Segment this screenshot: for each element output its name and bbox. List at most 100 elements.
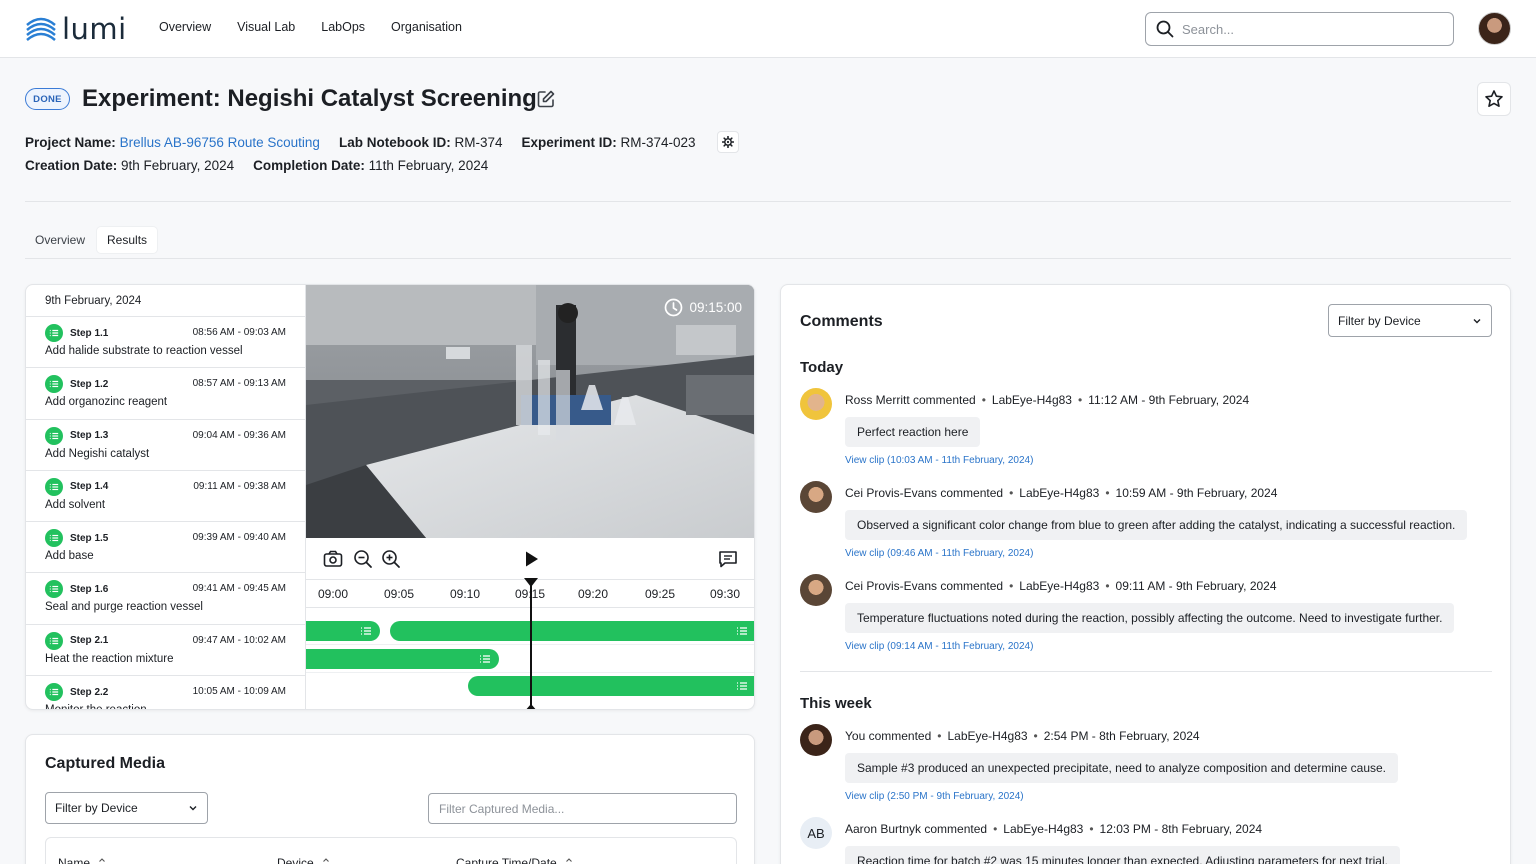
nav-visual-lab[interactable]: Visual Lab [237,20,295,34]
page-title: Experiment: Negishi Catalyst Screening [82,85,537,112]
media-filter-input[interactable] [428,793,737,824]
lumi-logo-icon [26,17,56,41]
tab-results[interactable]: Results [97,227,158,253]
timeline-bar[interactable] [306,649,499,669]
step-time-range: 09:11 AM - 09:38 AM [193,480,286,492]
commenter-avatar[interactable] [800,388,832,420]
lumi-logo[interactable]: lumi [24,12,127,46]
timeline-bar[interactable] [390,621,754,641]
user-avatar[interactable] [1478,12,1511,45]
step-description: Heat the reaction mixture [45,652,174,665]
tabs-divider [25,258,1511,259]
step-number: Step 1.4 [70,481,109,493]
timecode-text: 09:15:00 [689,300,742,315]
view-clip-link[interactable]: View clip (10:03 AM - 11th February, 202… [845,455,1033,466]
commenter-avatar[interactable] [800,574,832,606]
comment-text: Sample #3 produced an unexpected precipi… [845,753,1399,783]
step-item[interactable]: Step 1.5 09:39 AM - 09:40 AM Add base [26,522,305,574]
nav-labops[interactable]: LabOps [321,20,365,34]
commenter-avatar[interactable] [800,724,832,756]
step-item[interactable]: Step 2.2 10:05 AM - 10:09 AM Monitor the r… [26,676,305,709]
comment-header: You commented • LabEye-H4g83 • 2:54 PM - 8th… [845,729,1200,743]
experiment-id-field: Experiment ID: RM-374-023 [521,134,696,150]
step-number: Step 1.1 [70,327,109,339]
search-icon [1156,20,1174,38]
zoom-in-icon[interactable] [381,549,401,569]
step-item[interactable]: Step 1.4 09:11 AM - 09:38 AM Add solvent [26,471,305,523]
timeline-bar[interactable] [306,621,380,641]
step-time-range: 09:47 AM - 10:02 AM [192,634,286,646]
favorite-button[interactable] [1477,82,1511,116]
step-description: Add Negishi catalyst [45,447,150,460]
comment-header: Cei Provis-Evans commented • LabEye-H4g83 •… [845,486,1278,500]
comment-text: Perfect reaction here [845,417,981,447]
tick-label: 09:00 [318,587,349,601]
step-description: Add base [45,550,94,563]
step-number: Step 1.3 [70,430,109,442]
clock-icon [665,298,683,317]
creation-date-field: Creation Date: 9th February, 2024 [25,158,235,173]
search-box[interactable] [1145,12,1454,46]
timeline-playhead[interactable] [524,578,538,709]
step-item[interactable]: Step 2.1 09:47 AM - 10:02 AM Heat the reac… [26,625,305,677]
completion-date-field: Completion Date: 11th February, 2024 [253,158,489,173]
experiment-meta-row-2: Creation Date: 9th February, 2024 Comple… [25,158,488,173]
view-clip-link[interactable]: View clip (09:46 AM - 11th February, 202… [845,548,1033,559]
step-item[interactable]: Step 1.2 08:57 AM - 09:13 AM Add organozin… [26,368,305,420]
step-number: Step 2.2 [70,686,109,698]
video-controls [306,538,754,580]
project-name-link[interactable]: Brellus AB-96756 Route Scouting [120,135,320,150]
commenter-avatar-initials[interactable]: AB [800,817,832,849]
tick-label: 09:20 [578,587,609,601]
view-clip-link[interactable]: View clip (09:14 AM - 11th February, 202… [845,641,1033,652]
steps-video-panel: 9th February, 2024 Step 1.1 08:56 AM - 09… [25,284,755,710]
step-item[interactable]: Step 1.6 09:41 AM - 09:45 AM Seal and purg… [26,573,305,625]
comment-text: Temperature fluctuations noted during th… [845,603,1455,633]
edit-icon[interactable] [536,89,556,109]
comments-title: Comments [800,313,883,330]
video-player[interactable]: 09:15:00 [306,285,754,538]
nav-organisation[interactable]: Organisation [391,20,462,34]
comments-panel: Comments Filter by Device Today Ross Mer… [780,284,1511,864]
star-icon [1485,90,1503,107]
comments-device-filter[interactable]: Filter by Device [1328,304,1492,337]
captured-media-title: Captured Media [45,755,166,772]
step-list-icon [45,375,63,394]
notebook-id-field: Lab Notebook ID: RM-374 [338,134,503,150]
section-today: Today [800,359,844,376]
tick-label: 09:05 [384,587,415,601]
step-list-icon [45,324,63,342]
comment-icon[interactable] [718,549,738,569]
tab-overview[interactable]: Overview [25,227,95,253]
step-time-range: 08:57 AM - 09:13 AM [192,378,286,390]
column-name[interactable]: Name [58,856,106,864]
comment-header: Cei Provis-Evans commented • LabEye-H4g83 •… [845,579,1277,593]
video-timecode: 09:15:00 [664,298,742,317]
experiment-meta-row-1: Project Name: Brellus AB-96756 Route Sco… [25,131,739,153]
comment-text: Reaction time for batch #2 was 15 minute… [845,846,1400,864]
column-device[interactable]: Device [277,856,330,864]
tab-bar: Overview Results [25,227,158,253]
tick-label: 09:10 [450,587,481,601]
step-item[interactable]: Step 1.3 09:04 AM - 09:36 AM Add Negishi c… [26,420,305,471]
logo-text: lumi [62,12,127,46]
column-capture-time[interactable]: Capture Time/Date [456,856,573,864]
nav-overview[interactable]: Overview [159,20,211,34]
steps-list: 9th February, 2024 Step 1.1 08:56 AM - 09… [26,285,306,709]
media-device-filter[interactable]: Filter by Device [45,792,208,824]
play-icon[interactable] [521,549,541,569]
media-device-filter-label: Filter by Device [55,801,138,815]
timeline-bar[interactable] [468,676,754,696]
step-item[interactable]: Step 1.1 08:56 AM - 09:03 AM Add halide su… [26,317,305,369]
screenshot-icon[interactable] [323,549,343,569]
step-list-icon [45,426,63,445]
view-clip-link[interactable]: View clip (2:50 PM - 9th February, 2024) [845,791,1024,802]
commenter-avatar[interactable] [800,481,832,513]
zoom-out-icon[interactable] [353,549,373,569]
step-description: Monitor the reaction [45,704,286,709]
step-number: Step 1.6 [70,583,109,595]
settings-button[interactable] [716,131,739,153]
search-input[interactable] [1182,21,1432,37]
chevron-down-icon [189,806,197,811]
media-table-header: Name Device Capture Time/Date [45,837,737,864]
